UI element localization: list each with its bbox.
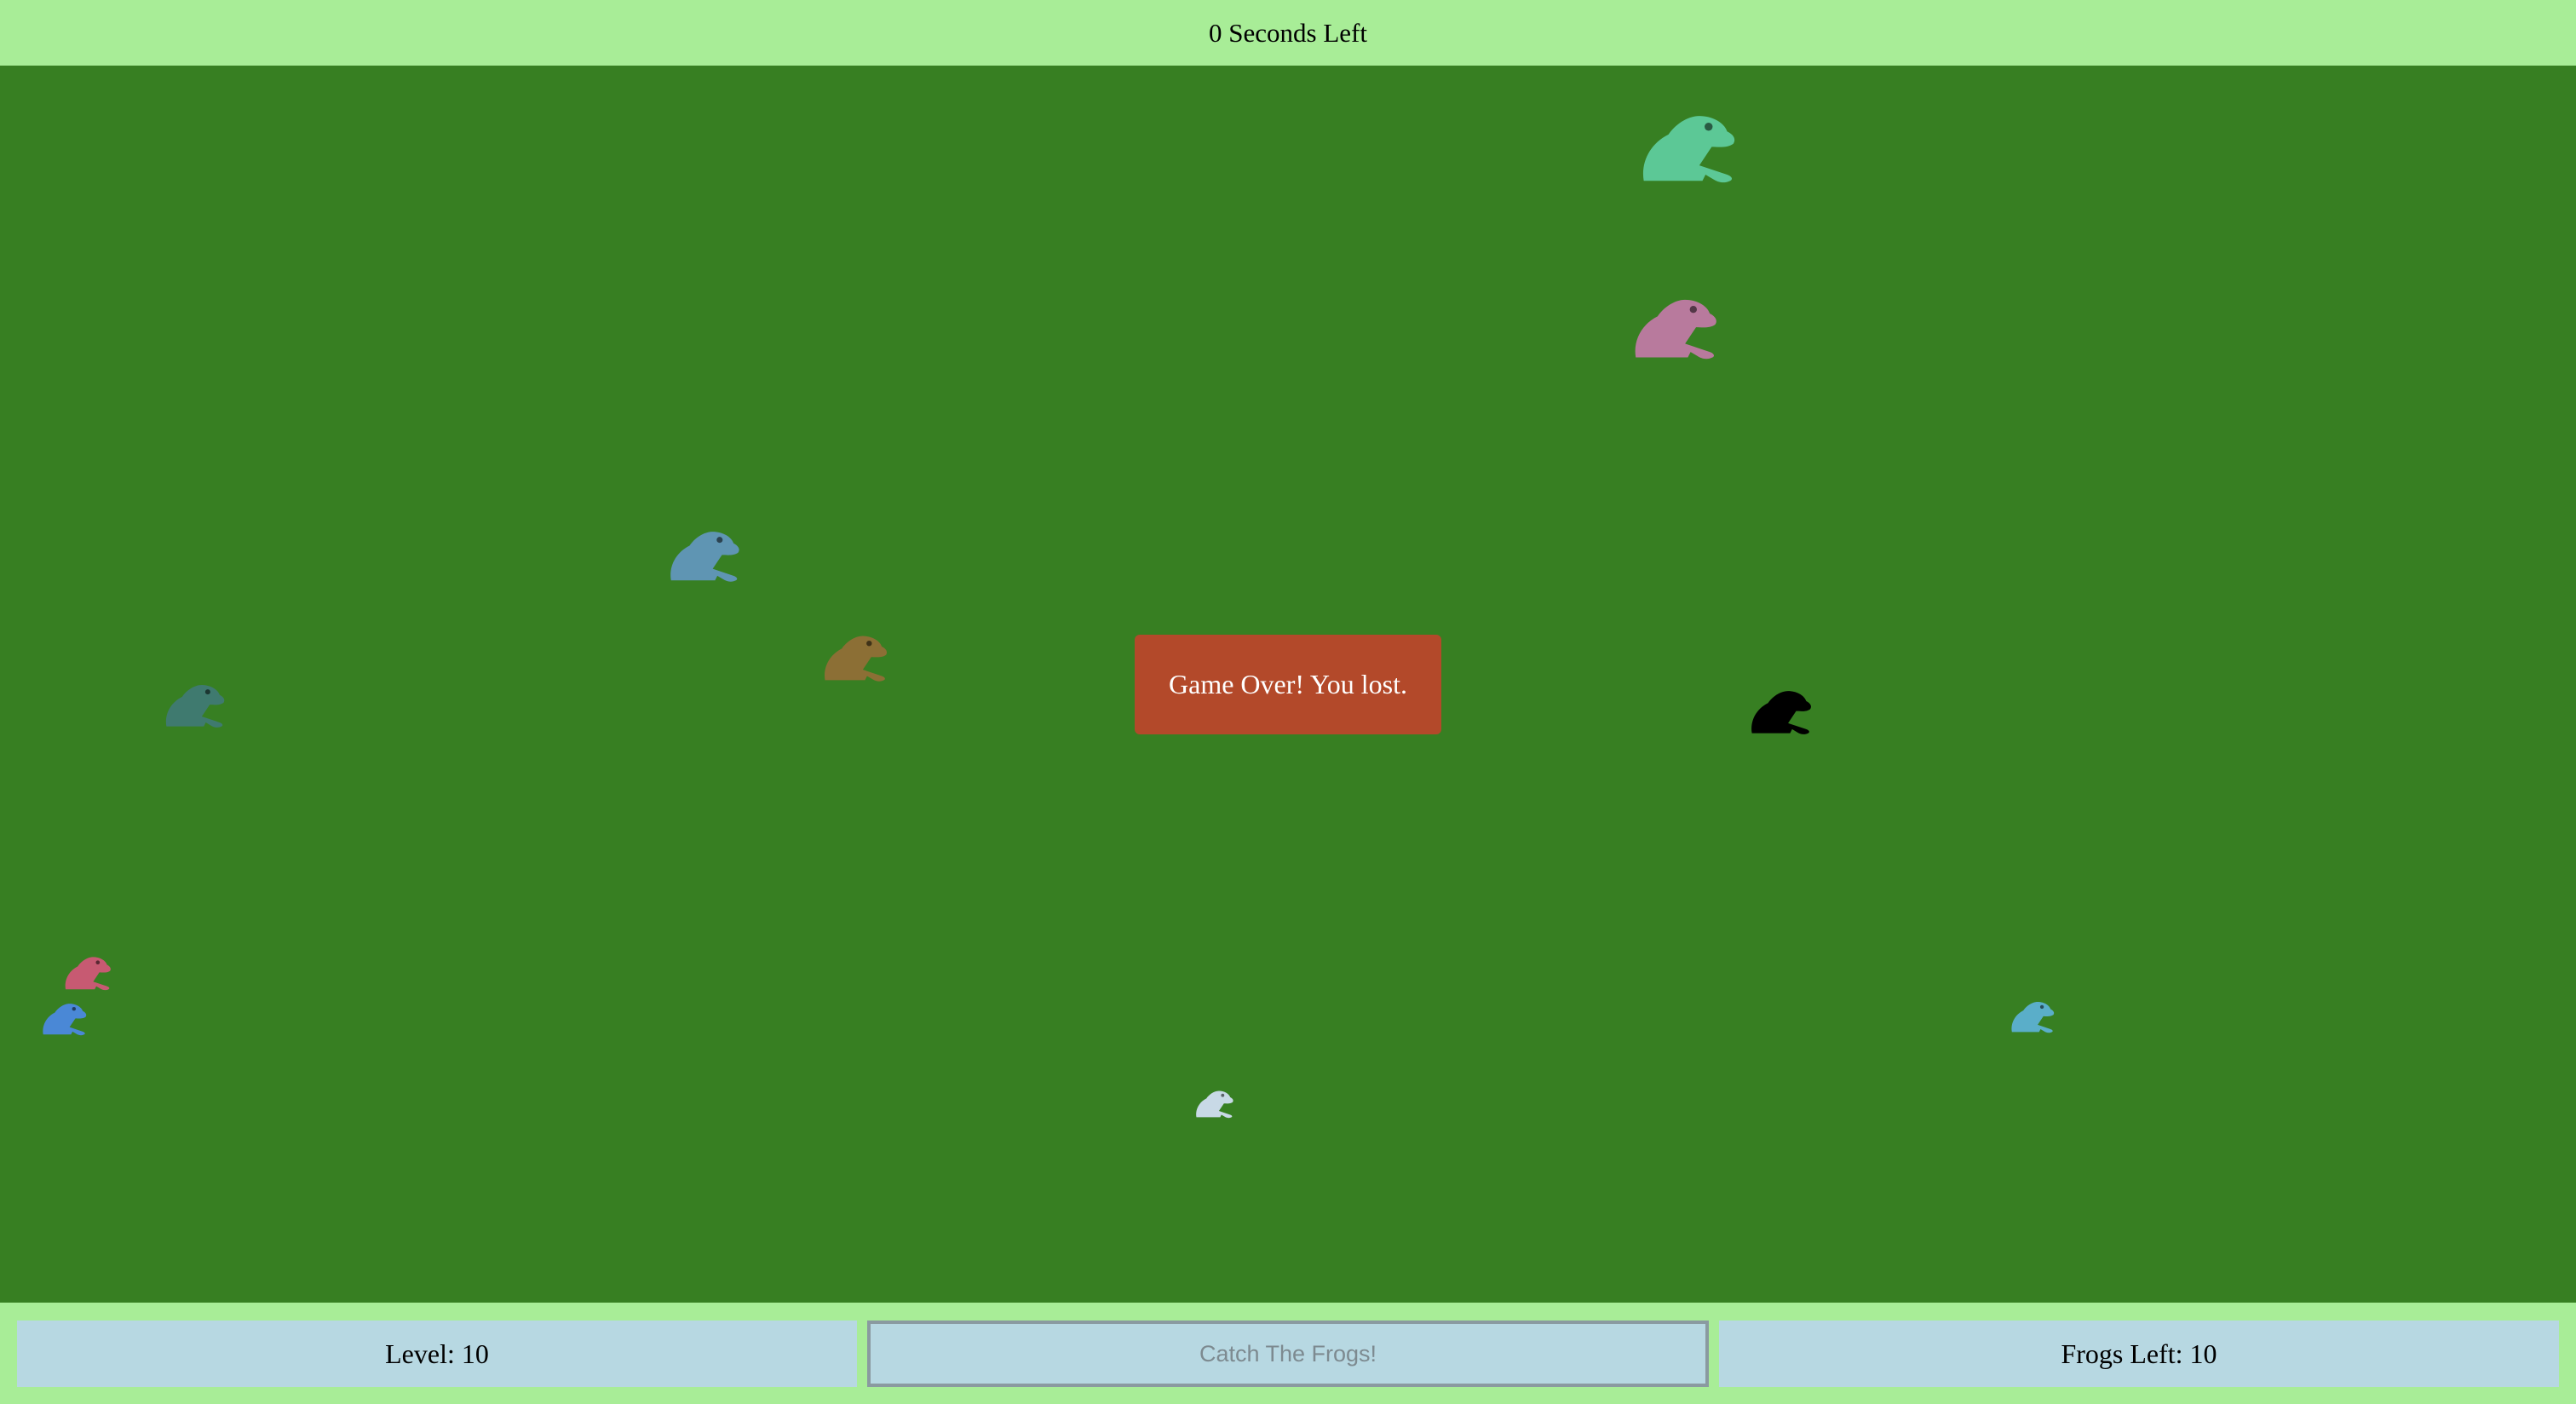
frog-icon[interactable]	[823, 630, 890, 682]
frog-icon[interactable]	[42, 999, 89, 1036]
frog-icon[interactable]	[1750, 685, 1814, 735]
game-page: 0 Seconds Left Game Over! You lost. Leve…	[0, 0, 2576, 1404]
level-text: Level: 10	[385, 1338, 489, 1369]
timer-bar: 0 Seconds Left	[0, 0, 2576, 66]
frogs-left-text: Frogs Left: 10	[2061, 1338, 2217, 1369]
game-over-text: Game Over! You lost.	[1169, 669, 1407, 699]
timer-text: 0 Seconds Left	[1209, 17, 1367, 48]
frog-icon[interactable]	[164, 679, 227, 728]
game-over-message: Game Over! You lost.	[1135, 635, 1441, 734]
control-bar: Level: 10 Catch The Frogs! Frogs Left: 1…	[0, 1303, 2576, 1404]
level-display: Level: 10	[17, 1321, 857, 1387]
frog-icon[interactable]	[64, 952, 113, 991]
catch-the-frogs-button[interactable]: Catch The Frogs!	[867, 1321, 1709, 1387]
frog-icon[interactable]	[2010, 998, 2056, 1033]
frog-icon[interactable]	[1633, 291, 1721, 360]
frog-icon[interactable]	[1641, 106, 1739, 184]
frogs-left-display: Frogs Left: 10	[1719, 1321, 2559, 1387]
frog-icon[interactable]	[669, 525, 743, 583]
frog-icon[interactable]	[1195, 1087, 1235, 1119]
